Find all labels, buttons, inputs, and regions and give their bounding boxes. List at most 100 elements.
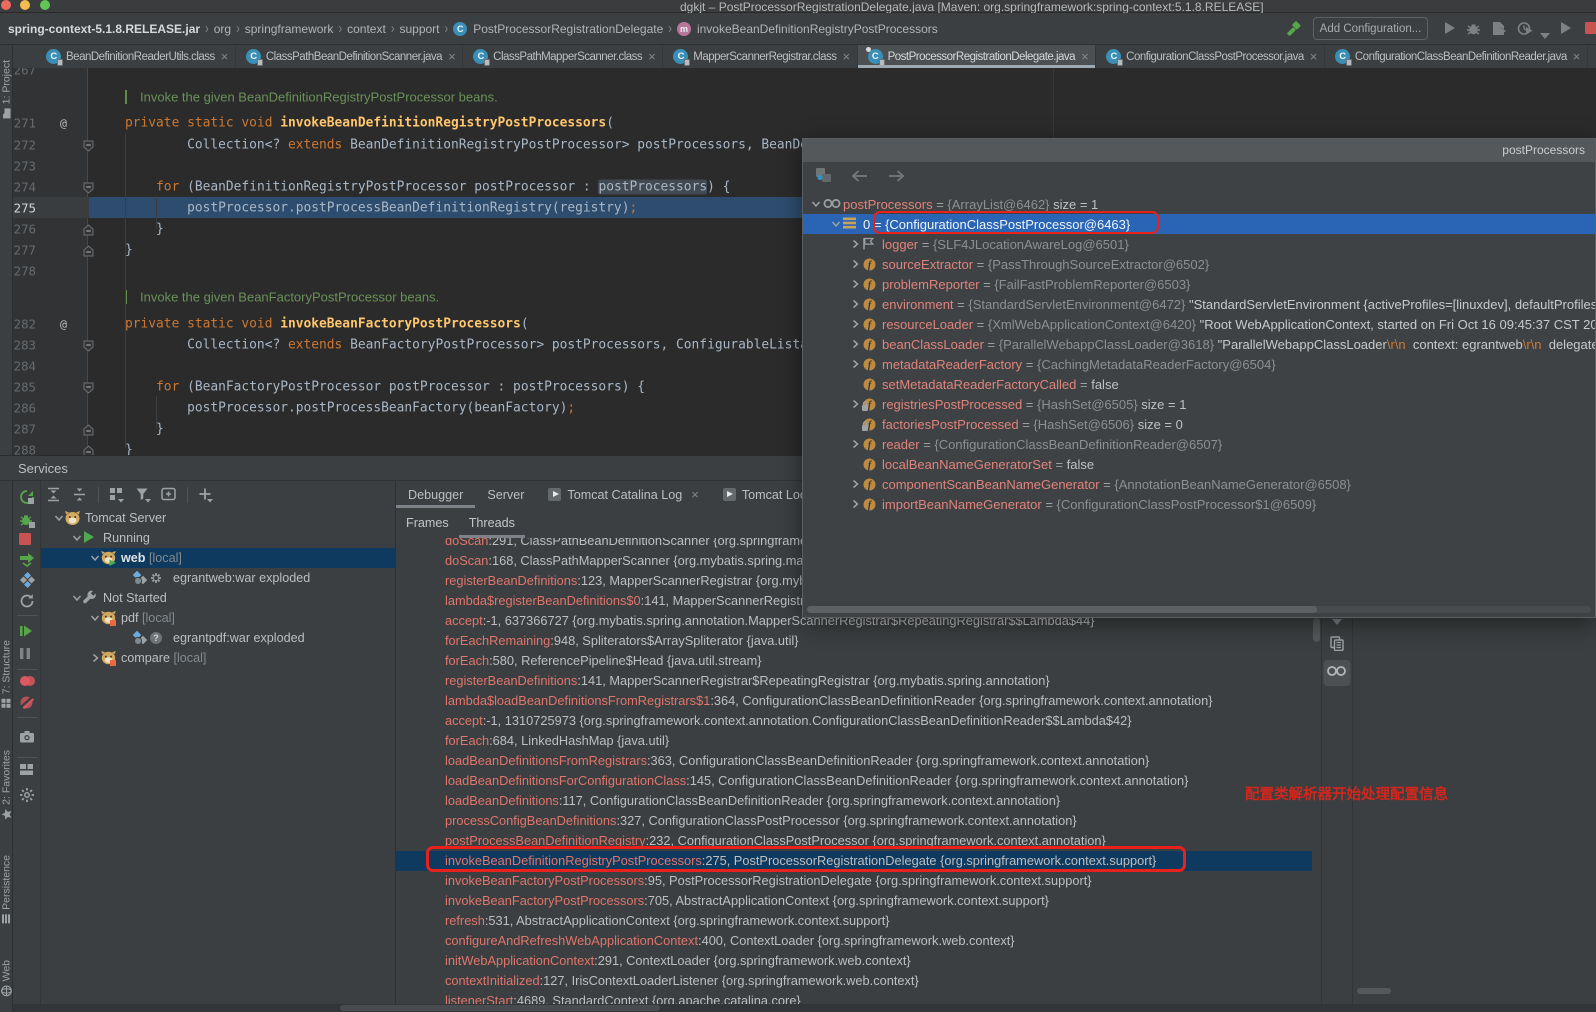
stack-frame-row[interactable]: accept:-1, 1310725973 {org.springframewo… bbox=[396, 711, 1312, 731]
debugger-subtab[interactable]: Threads bbox=[459, 508, 525, 538]
watches-button[interactable] bbox=[1324, 660, 1351, 686]
variable-row[interactable]: fsetMetadataReaderFactoryCalled = false bbox=[803, 374, 1595, 394]
chevron-right-icon[interactable] bbox=[89, 653, 100, 663]
profiler-icon[interactable] bbox=[1517, 21, 1533, 41]
popup-hscrollbar[interactable] bbox=[807, 606, 1591, 613]
variable-row[interactable]: fsourceExtractor = {PassThroughSourceExt… bbox=[803, 254, 1595, 274]
breadcrumb-item[interactable]: context bbox=[347, 22, 386, 36]
layout-button[interactable] bbox=[19, 763, 35, 779]
toolwindow-stripe-button[interactable]: 1: Project bbox=[0, 60, 13, 118]
chevron-down-icon[interactable] bbox=[809, 199, 823, 209]
variable-row[interactable]: ffactoriesPostProcessed = {HashSet@6506}… bbox=[803, 414, 1595, 434]
breadcrumb-item[interactable]: org bbox=[214, 22, 231, 36]
run-icon[interactable] bbox=[1443, 21, 1456, 40]
fold-marker-icon[interactable] bbox=[83, 423, 94, 435]
close-tab-icon[interactable]: × bbox=[648, 50, 655, 63]
rerun-button[interactable] bbox=[19, 489, 35, 505]
minimize-window-button[interactable] bbox=[20, 0, 30, 10]
editor-tab[interactable]: CMapperScannerRegistrar.class× bbox=[663, 45, 857, 68]
chevron-right-icon[interactable] bbox=[848, 339, 862, 349]
stack-frame-row[interactable]: loadBeanDefinitions:117, ConfigurationCl… bbox=[396, 791, 1312, 811]
debug-icon[interactable] bbox=[1466, 21, 1481, 41]
editor-tab[interactable]: CClassPathMapperScanner.class× bbox=[463, 45, 663, 68]
breakpoints-button[interactable] bbox=[19, 674, 35, 690]
copy-button[interactable] bbox=[1330, 636, 1344, 656]
chevron-down-icon[interactable] bbox=[53, 513, 64, 523]
stack-frame-row[interactable]: forEach:684, LinkedHashMap {java.util} bbox=[396, 731, 1312, 751]
variable-row[interactable]: fregistriesPostProcessed = {HashSet@6505… bbox=[803, 394, 1595, 414]
services-tree-row[interactable]: ?egrantpdf:war exploded bbox=[41, 628, 395, 648]
variable-row[interactable]: fcomponentScanBeanNameGenerator = {Annot… bbox=[803, 474, 1595, 494]
close-tab-icon[interactable]: × bbox=[1310, 50, 1317, 63]
expand-all-button[interactable] bbox=[46, 487, 62, 503]
stack-frame-row[interactable]: lambda$loadBeanDefinitionsFromRegistrars… bbox=[396, 691, 1312, 711]
breadcrumb-item[interactable]: CPostProcessorRegistrationDelegate bbox=[453, 22, 663, 36]
fold-marker-icon[interactable] bbox=[83, 339, 94, 351]
fold-marker-icon[interactable] bbox=[83, 139, 94, 151]
close-tab-icon[interactable]: × bbox=[1081, 50, 1088, 63]
variable-row[interactable]: logger = {SLF4JLocationAwareLog@6501} bbox=[803, 234, 1595, 254]
fold-marker-icon[interactable] bbox=[83, 444, 94, 455]
forward-button[interactable] bbox=[887, 169, 905, 187]
debugger-subtab[interactable]: Frames bbox=[396, 508, 459, 538]
breadcrumb-item[interactable]: support bbox=[399, 22, 439, 36]
services-tree-row[interactable]: Not Started bbox=[41, 588, 395, 608]
toolwindow-stripe-button[interactable]: Persistence bbox=[0, 855, 13, 924]
services-tree-row[interactable]: egrantweb:war exploded bbox=[41, 568, 395, 588]
debugger-tab[interactable]: Debugger bbox=[396, 481, 475, 508]
chevron-right-icon[interactable] bbox=[848, 359, 862, 369]
stack-frame-row[interactable]: loadBeanDefinitionsForConfigurationClass… bbox=[396, 771, 1312, 791]
stack-frame-row[interactable]: initWebApplicationContext:291, ContextLo… bbox=[396, 951, 1312, 971]
open-in-tab-button[interactable] bbox=[161, 487, 177, 503]
breadcrumb-item[interactable]: minvokeBeanDefinitionRegistryPostProcess… bbox=[677, 22, 938, 36]
zoom-window-button[interactable] bbox=[40, 0, 50, 10]
chevron-right-icon[interactable] bbox=[848, 299, 862, 309]
stop-button[interactable] bbox=[19, 532, 35, 548]
group-by-button[interactable] bbox=[109, 487, 125, 503]
scrollbar-thumb[interactable] bbox=[807, 606, 1317, 613]
chevron-down-icon[interactable] bbox=[71, 533, 82, 543]
run-with-coverage-icon[interactable] bbox=[1491, 21, 1506, 41]
chevron-down-icon[interactable] bbox=[89, 553, 100, 563]
scrollbar-thumb[interactable] bbox=[1313, 618, 1320, 642]
services-tree-row[interactable]: Running bbox=[41, 528, 395, 548]
refresh-button[interactable] bbox=[19, 593, 35, 609]
inspect-button[interactable] bbox=[815, 167, 833, 188]
stack-frame-row[interactable]: registerBeanDefinitions:141, MapperScann… bbox=[396, 671, 1312, 691]
services-tree-row[interactable]: pdf [local] bbox=[41, 608, 395, 628]
breadcrumb-item[interactable]: spring-context-5.1.8.RELEASE.jar bbox=[8, 22, 200, 36]
filter-button[interactable] bbox=[135, 487, 151, 503]
chevron-down-icon[interactable] bbox=[71, 593, 82, 603]
chevron-down-icon[interactable] bbox=[89, 613, 100, 623]
stop-icon[interactable] bbox=[1585, 21, 1596, 39]
camera-button[interactable] bbox=[19, 730, 35, 746]
settings-button[interactable] bbox=[19, 787, 35, 803]
services-tree-row[interactable]: Tomcat Server bbox=[41, 508, 395, 528]
services-button[interactable] bbox=[19, 572, 35, 588]
editor-tab[interactable]: CPostProcessorRegistrationDelegate.java× bbox=[858, 45, 1097, 68]
add-configuration-button[interactable]: Add Configuration... bbox=[1313, 17, 1428, 40]
chevron-right-icon[interactable] bbox=[848, 439, 862, 449]
run-secondary-icon[interactable] bbox=[1559, 21, 1572, 40]
close-tab-icon[interactable]: × bbox=[691, 487, 699, 502]
stack-frame-row[interactable]: invokeBeanFactoryPostProcessors:705, Abs… bbox=[396, 891, 1312, 911]
deploy-button[interactable] bbox=[19, 551, 35, 567]
stack-frame-row[interactable]: invokeBeanFactoryPostProcessors:95, Post… bbox=[396, 871, 1312, 891]
variable-row[interactable]: fproblemReporter = {FailFastProblemRepor… bbox=[803, 274, 1595, 294]
pause-button[interactable] bbox=[19, 647, 35, 663]
chevron-right-icon[interactable] bbox=[848, 239, 862, 249]
add-button[interactable] bbox=[198, 487, 214, 503]
variable-row[interactable]: freader = {ConfigurationClassBeanDefinit… bbox=[803, 434, 1595, 454]
toolwindow-stripe-button[interactable]: 2: Favorites bbox=[0, 750, 13, 820]
chevron-down-icon[interactable] bbox=[1540, 26, 1550, 44]
resume-button[interactable] bbox=[19, 624, 35, 640]
stack-frame-row[interactable]: contextInitialized:127, IrisContextLoade… bbox=[396, 971, 1312, 991]
close-tab-icon[interactable]: × bbox=[1573, 50, 1580, 63]
toolwindow-stripe-button[interactable]: 7: Structure bbox=[0, 640, 13, 708]
close-tab-icon[interactable]: × bbox=[843, 50, 850, 63]
breadcrumb-item[interactable]: springframework bbox=[245, 22, 334, 36]
variable-row[interactable]: fbeanClassLoader = {ParallelWebappClassL… bbox=[803, 334, 1595, 354]
editor-tab[interactable]: CConfigurationClassPostProcessor.java× bbox=[1096, 45, 1325, 68]
debugger-tab[interactable]: Server bbox=[475, 481, 536, 508]
chevron-right-icon[interactable] bbox=[848, 479, 862, 489]
